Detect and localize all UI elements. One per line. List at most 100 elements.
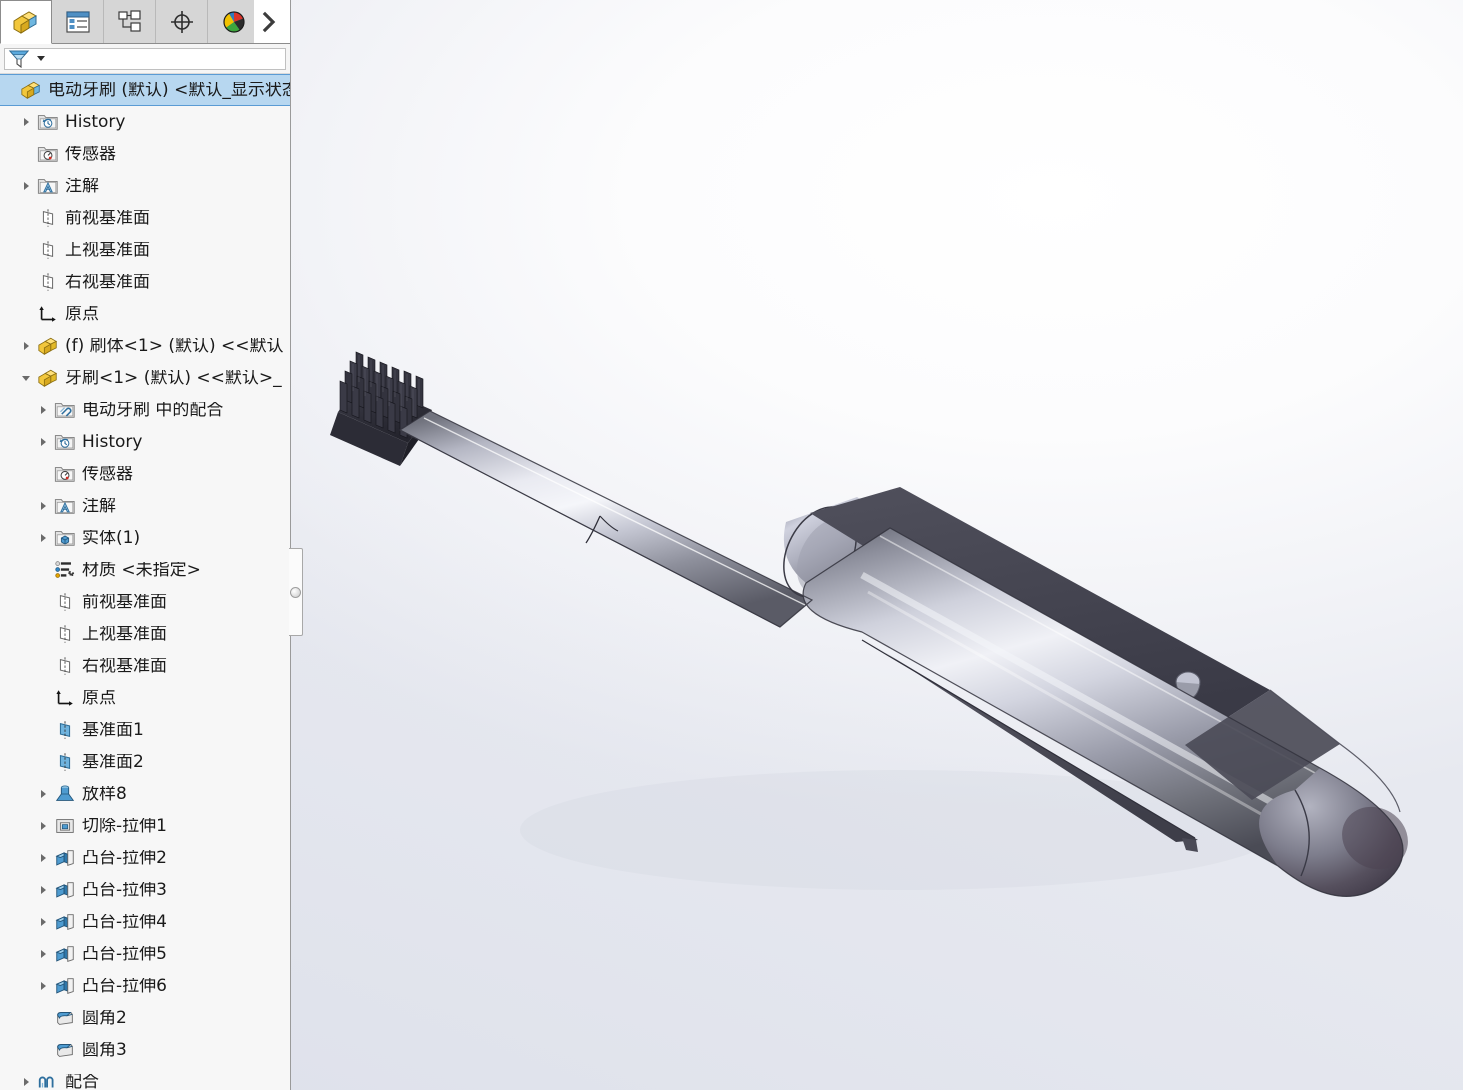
tree-node-label: 前视基准面 [65, 209, 150, 227]
reference-plane-icon [59, 721, 71, 739]
manager-tab-strip[interactable] [0, 0, 290, 44]
tree-node[interactable]: 原点 [0, 682, 290, 714]
tree-node-twisty[interactable] [17, 116, 35, 128]
tab-configuration-manager[interactable] [104, 0, 156, 43]
tree-node[interactable]: 圆角3 [0, 1034, 290, 1066]
tree-node-label: 圆角3 [82, 1041, 127, 1059]
tree-node[interactable]: 原点 [0, 298, 290, 330]
design-tree[interactable]: 电动牙刷 (默认) <默认_显示状态 History 传感器 注解 前视基准面 上视基准面… [0, 74, 290, 1090]
tree-node[interactable]: 上视基准面 [0, 618, 290, 650]
tree-node[interactable]: 前视基准面 [0, 202, 290, 234]
tree-node[interactable]: 凸台-拉伸4 [0, 906, 290, 938]
sensors-folder-icon [37, 147, 58, 162]
filter-input-box[interactable] [4, 47, 286, 70]
tree-node[interactable]: 凸台-拉伸6 [0, 970, 290, 1002]
tree-node[interactable]: 右视基准面 [0, 266, 290, 298]
tree-node-twisty[interactable] [34, 788, 52, 800]
tree-node[interactable]: 电动牙刷 中的配合 [0, 394, 290, 426]
tree-node[interactable]: 切除-拉伸1 [0, 810, 290, 842]
extruded-boss-icon [52, 911, 78, 933]
caret-down-icon [37, 55, 45, 61]
tree-node[interactable]: 圆角2 [0, 1002, 290, 1034]
filter-dropdown-caret[interactable] [35, 50, 47, 68]
extruded-boss-icon [55, 850, 74, 866]
tree-node-twisty[interactable] [17, 1076, 35, 1088]
filter-text-input[interactable] [47, 49, 285, 68]
material-icon [55, 561, 75, 578]
tree-node-twisty[interactable] [34, 948, 52, 960]
tree-node-label: 右视基准面 [82, 657, 167, 675]
tree-node[interactable]: 注解 [0, 490, 290, 522]
fillet-icon [52, 1007, 78, 1029]
extruded-boss-icon [52, 975, 78, 997]
tree-node-label: 实体(1) [82, 529, 141, 547]
tree-node-label: 电动牙刷 (默认) <默认_显示状态 [48, 81, 290, 99]
property-manager-icon [65, 10, 90, 33]
tree-node[interactable]: 凸台-拉伸5 [0, 938, 290, 970]
tab-feature-manager[interactable] [0, 0, 52, 44]
annotations-folder-icon [35, 175, 61, 197]
panel-splitter-grip[interactable] [289, 548, 303, 636]
material-icon [52, 559, 78, 581]
tree-node[interactable]: 传感器 [0, 138, 290, 170]
tree-node[interactable]: (f) 刷体<1> (默认) <<默认 [0, 330, 290, 362]
tree-node-label: 电动牙刷 中的配合 [82, 401, 224, 419]
tree-node-label: 凸台-拉伸3 [82, 881, 167, 899]
chevron-right-icon [41, 886, 46, 894]
tree-node-twisty[interactable] [17, 372, 35, 384]
tree-node[interactable]: 牙刷<1> (默认) <<默认>_ [0, 362, 290, 394]
chevron-right-icon [41, 918, 46, 926]
plane-icon [42, 209, 54, 227]
tree-node-twisty[interactable] [34, 436, 52, 448]
tab-property-manager[interactable] [52, 0, 104, 43]
tree-node[interactable]: 配合 [0, 1066, 290, 1090]
tree-node[interactable]: 凸台-拉伸2 [0, 842, 290, 874]
tree-root-node[interactable]: 电动牙刷 (默认) <默认_显示状态 [0, 74, 290, 106]
extruded-boss-icon [55, 882, 74, 898]
extruded-boss-icon [52, 943, 78, 965]
tree-node[interactable]: 传感器 [0, 458, 290, 490]
tree-node[interactable]: 右视基准面 [0, 650, 290, 682]
tree-node-twisty[interactable] [34, 852, 52, 864]
tree-node[interactable]: 材质 <未指定> [0, 554, 290, 586]
plane-icon [35, 271, 61, 293]
brush-head-group [330, 351, 432, 466]
tree-node-twisty[interactable] [34, 500, 52, 512]
chevron-right-icon [41, 502, 46, 510]
part-icon [38, 337, 58, 355]
tree-node[interactable]: 凸台-拉伸3 [0, 874, 290, 906]
tree-node-label: 注解 [82, 497, 116, 515]
origin-icon [52, 687, 78, 709]
tree-node[interactable]: 注解 [0, 170, 290, 202]
tree-node[interactable]: 基准面2 [0, 746, 290, 778]
tree-filter-row[interactable] [0, 44, 290, 74]
tree-node-twisty[interactable] [34, 980, 52, 992]
tree-node[interactable]: 前视基准面 [0, 586, 290, 618]
configuration-manager-icon [117, 9, 141, 32]
tree-node-twisty[interactable] [34, 916, 52, 928]
tab-dimxpert-manager[interactable] [156, 0, 208, 43]
tab-overflow-button[interactable] [254, 0, 284, 43]
chevron-right-icon [41, 790, 46, 798]
plane-icon [52, 655, 78, 677]
loft-icon [55, 785, 75, 801]
tree-node[interactable]: History [0, 426, 290, 458]
mates-folder-icon [54, 403, 75, 418]
tree-node[interactable]: History [0, 106, 290, 138]
tree-node[interactable]: 实体(1) [0, 522, 290, 554]
tree-node-twisty[interactable] [17, 180, 35, 192]
tree-node[interactable]: 基准面1 [0, 714, 290, 746]
sensors-folder-icon [35, 143, 61, 165]
tree-node-twisty[interactable] [34, 532, 52, 544]
neck-surface [400, 411, 812, 627]
feature-manager-panel[interactable]: 电动牙刷 (默认) <默认_显示状态 History 传感器 注解 前视基准面 上视基准面… [0, 0, 291, 1090]
tab-display-manager[interactable] [208, 0, 260, 43]
tree-node[interactable]: 上视基准面 [0, 234, 290, 266]
mates-icon [35, 1071, 61, 1090]
tree-node-twisty[interactable] [34, 404, 52, 416]
mates-folder-icon [52, 399, 78, 421]
tree-node[interactable]: 放样8 [0, 778, 290, 810]
tree-node-twisty[interactable] [34, 884, 52, 896]
tree-node-twisty[interactable] [34, 820, 52, 832]
tree-node-twisty[interactable] [17, 340, 35, 352]
